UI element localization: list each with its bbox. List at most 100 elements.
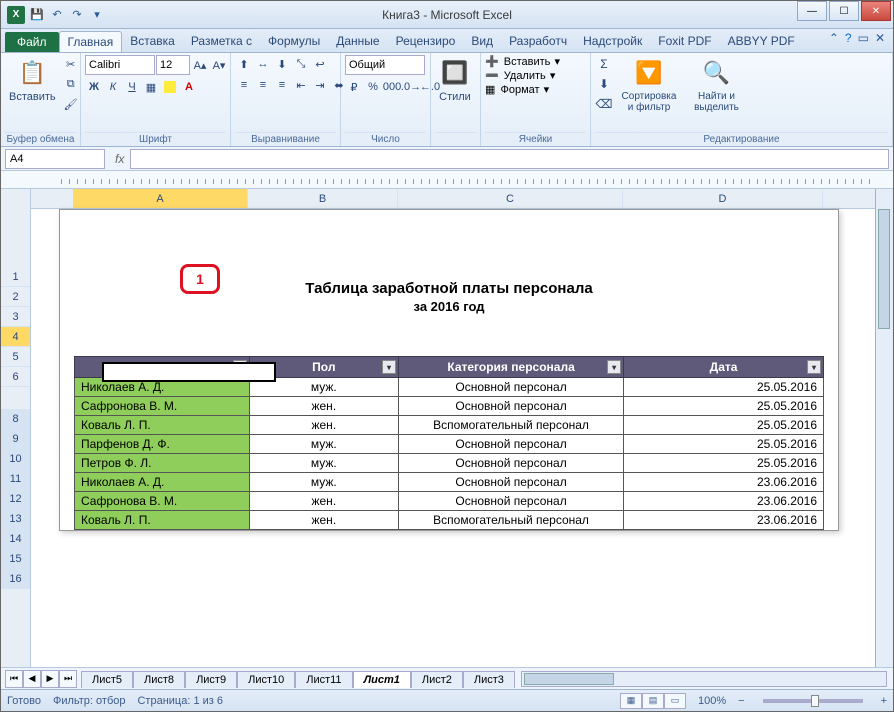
cell-sex[interactable]: жен. [249, 492, 398, 511]
underline-button[interactable]: Ч [123, 78, 141, 96]
clear-button[interactable]: ⌫ [595, 95, 613, 113]
orientation-button[interactable]: ⤡ [292, 55, 310, 73]
cell-date[interactable]: 25.05.2016 [624, 378, 824, 397]
cell-date[interactable]: 25.05.2016 [624, 454, 824, 473]
align-middle-button[interactable]: ↔ [254, 55, 272, 73]
cell-sex[interactable]: жен. [249, 511, 398, 530]
cell-cat[interactable]: Вспомогательный персонал [399, 416, 624, 435]
cell-cat[interactable]: Вспомогательный персонал [399, 511, 624, 530]
fill-color-button[interactable] [161, 78, 179, 96]
zoom-level[interactable]: 100% [698, 695, 726, 707]
autosum-button[interactable]: Σ [595, 55, 613, 73]
sheet-tab-Лист2[interactable]: Лист2 [411, 671, 463, 688]
italic-button[interactable]: К [104, 78, 122, 96]
minimize-button[interactable]: — [797, 1, 827, 21]
zoom-slider[interactable] [763, 699, 863, 703]
qat-more-button[interactable]: ▾ [89, 7, 105, 23]
row-header-10[interactable]: 10 [1, 449, 30, 469]
cell-cat[interactable]: Основной персонал [399, 473, 624, 492]
window-restore-button[interactable]: ▭ [858, 31, 869, 45]
font-color-button[interactable]: A [180, 78, 198, 96]
row-header-1[interactable]: 1 [1, 267, 30, 287]
page-layout-view-button[interactable]: ▤ [642, 693, 664, 709]
ribbon-tab-6[interactable]: Вид [463, 31, 501, 52]
sort-filter-button[interactable]: 🔽 Сортировка и фильтр [615, 55, 683, 115]
cell-cat[interactable]: Основной персонал [399, 454, 624, 473]
vertical-scroll-thumb[interactable] [878, 209, 890, 329]
cell-name[interactable]: Сафронова В. М. [75, 397, 250, 416]
table-row[interactable]: Парфенов Д. Ф.муж.Основной персонал25.05… [75, 435, 824, 454]
sheet-tab-Лист9[interactable]: Лист9 [185, 671, 237, 688]
table-row[interactable]: Петров Ф. Л.муж.Основной персонал25.05.2… [75, 454, 824, 473]
help-button[interactable]: ? [845, 31, 852, 45]
cell-sex[interactable]: муж. [249, 473, 398, 492]
cell-name[interactable]: Николаев А. Д. [75, 473, 250, 492]
table-row[interactable]: Коваль Л. П.жен.Вспомогательный персонал… [75, 416, 824, 435]
ribbon-tab-9[interactable]: Foxit PDF [650, 31, 719, 52]
maximize-button[interactable]: ☐ [829, 1, 859, 21]
cell-sex[interactable]: муж. [249, 435, 398, 454]
col-header-C[interactable]: C [398, 189, 623, 208]
filter-button-2[interactable]: ▾ [607, 360, 621, 374]
cell-name[interactable]: Парфенов Д. Ф. [75, 435, 250, 454]
ribbon-tab-0[interactable]: Главная [59, 31, 123, 52]
col-header-D[interactable]: D [623, 189, 823, 208]
cell-date[interactable]: 23.06.2016 [624, 511, 824, 530]
sheet-nav-1[interactable]: ◀ [23, 670, 41, 688]
sheet-tab-Лист1[interactable]: Лист1 [353, 671, 411, 688]
page-break-view-button[interactable]: ▭ [664, 693, 686, 709]
save-button[interactable]: 💾 [29, 7, 45, 23]
horizontal-scroll-thumb[interactable] [524, 673, 614, 685]
undo-button[interactable]: ↶ [49, 7, 65, 23]
close-button[interactable]: ✕ [861, 1, 891, 21]
insert-cells-button[interactable]: ➕ Вставить ▾ [485, 55, 560, 68]
ribbon-tab-8[interactable]: Надстройк [575, 31, 650, 52]
grow-font-button[interactable]: A▴ [191, 56, 209, 74]
align-top-button[interactable]: ⬆ [235, 55, 253, 73]
table-row[interactable]: Николаев А. Д.муж.Основной персонал23.06… [75, 473, 824, 492]
cut-button[interactable]: ✂ [62, 55, 80, 73]
workbook-close-button[interactable]: ✕ [875, 31, 885, 45]
font-name-input[interactable] [85, 55, 155, 75]
ribbon-tab-2[interactable]: Разметка с [183, 31, 260, 52]
formula-input[interactable] [130, 149, 889, 169]
row-header-14[interactable]: 14 [1, 529, 30, 549]
align-left-button[interactable]: ≡ [235, 76, 253, 94]
col-header-A[interactable]: A [73, 189, 248, 208]
cell-cat[interactable]: Основной персонал [399, 435, 624, 454]
decrease-indent-button[interactable]: ⇤ [292, 76, 310, 94]
row-header-9[interactable]: 9 [1, 429, 30, 449]
ribbon-tab-1[interactable]: Вставка [122, 31, 183, 52]
vertical-scrollbar[interactable] [875, 189, 893, 667]
format-cells-button[interactable]: ▦ Формат ▾ [485, 83, 549, 96]
row-header-16[interactable]: 16 [1, 569, 30, 589]
wrap-text-button[interactable]: ↩ [311, 55, 329, 73]
align-bottom-button[interactable]: ⬇ [273, 55, 291, 73]
sheet-tab-Лист11[interactable]: Лист11 [295, 671, 352, 688]
cell-sex[interactable]: муж. [249, 454, 398, 473]
cell-sex[interactable]: жен. [249, 416, 398, 435]
fx-icon[interactable]: fx [109, 152, 130, 166]
grid-area[interactable]: ABCD 1 Таблица заработной платы персонал… [31, 189, 893, 667]
align-right-button[interactable]: ≡ [273, 76, 291, 94]
copy-button[interactable]: ⧉ [62, 75, 80, 93]
format-painter-button[interactable]: 🖌 [62, 95, 80, 113]
paste-button[interactable]: 📋 Вставить [5, 55, 60, 105]
sheet-nav-0[interactable]: ⏮ [5, 670, 23, 688]
comma-button[interactable]: 000 [383, 78, 401, 96]
ribbon-tab-3[interactable]: Формулы [260, 31, 328, 52]
cell-date[interactable]: 23.06.2016 [624, 473, 824, 492]
row-header-12[interactable]: 12 [1, 489, 30, 509]
cell-date[interactable]: 25.05.2016 [624, 435, 824, 454]
row-header-2[interactable]: 2 [1, 287, 30, 307]
row-header-selected[interactable]: 4 [1, 327, 30, 347]
zoom-out-button[interactable]: − [738, 695, 744, 707]
percent-button[interactable]: % [364, 78, 382, 96]
sheet-nav-2[interactable]: ▶ [41, 670, 59, 688]
ribbon-tab-7[interactable]: Разработч [501, 31, 575, 52]
cell-cat[interactable]: Основной персонал [399, 492, 624, 511]
cell-name[interactable]: Коваль Л. П. [75, 511, 250, 530]
col-header-B[interactable]: B [248, 189, 398, 208]
sheet-nav-3[interactable]: ⏭ [59, 670, 77, 688]
find-select-button[interactable]: 🔍 Найти и выделить [685, 55, 748, 115]
